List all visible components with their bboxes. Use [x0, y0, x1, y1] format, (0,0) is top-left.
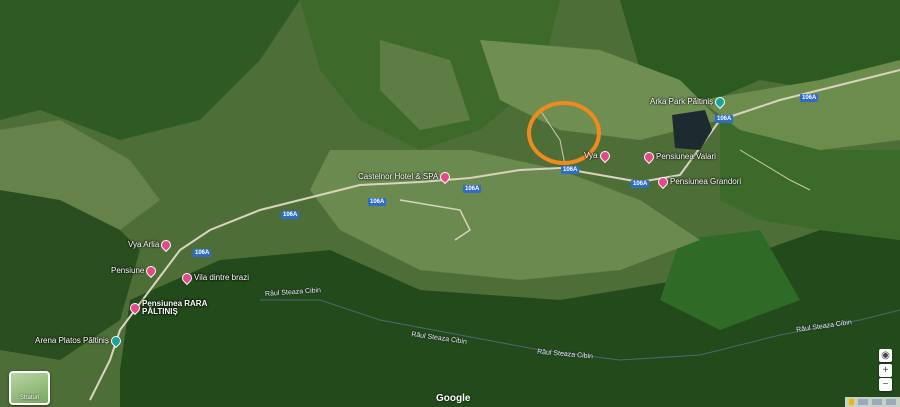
layers-button[interactable]: Straturi	[9, 371, 50, 405]
place-rara[interactable]: Pensiunea RARA PĂLTINIȘ	[127, 299, 212, 316]
road-shield: 106A	[463, 185, 482, 193]
place-valari[interactable]: Pensiunea Valari	[641, 149, 716, 165]
place-label: Arka Park Păltiniș	[650, 97, 714, 106]
place-arena[interactable]: Arena Platos Păltiniș	[35, 333, 123, 349]
road-shield: 106A	[715, 115, 734, 123]
road-shield: 106A	[800, 94, 819, 102]
zoom-out-button[interactable]: −	[879, 378, 892, 391]
place-label: Pensiunea Grandori	[670, 177, 742, 186]
satellite-map[interactable]: Arka Park Păltiniș Castelnor Hotel & SPA…	[0, 0, 900, 407]
road-shield: 106A	[281, 211, 300, 219]
place-label: Vila dintre brazi	[194, 273, 249, 282]
road-shield: 106A	[631, 180, 650, 188]
place-label: Arena Platos Păltiniș	[35, 336, 109, 345]
place-label: Pensiune	[111, 266, 145, 275]
hotel-pin-icon	[597, 148, 612, 164]
attribution-bar	[845, 397, 900, 407]
teal-pin-icon	[713, 94, 728, 110]
place-label: Vya	[584, 151, 598, 160]
place-castelnor[interactable]: Castelnor Hotel & SPA	[358, 169, 453, 185]
place-arka[interactable]: Arka Park Păltiniș	[650, 94, 728, 110]
satellite-terrain	[0, 0, 900, 407]
hotel-pin-icon	[179, 270, 195, 286]
locate-icon[interactable]: ◉	[879, 349, 892, 362]
terms-icon[interactable]	[886, 399, 896, 405]
hotel-pin-icon	[655, 174, 671, 190]
place-arlia[interactable]: Vya Arlia	[128, 237, 174, 253]
keyboard-icon[interactable]	[858, 399, 868, 405]
place-vya[interactable]: Vya	[584, 148, 612, 164]
road-shield: 106A	[561, 166, 580, 174]
hotel-pin-icon	[159, 237, 174, 253]
teal-pin-icon	[108, 333, 123, 349]
google-logo: Google	[436, 393, 471, 404]
layers-label: Straturi	[19, 395, 40, 401]
scale-icon	[872, 399, 882, 405]
place-vila[interactable]: Vila dintre brazi	[179, 270, 249, 286]
hotel-pin-icon	[641, 149, 657, 165]
zoom-in-button[interactable]: +	[879, 364, 892, 377]
pegman-icon[interactable]	[849, 399, 854, 405]
place-label: Castelnor Hotel & SPA	[358, 172, 439, 181]
place-label: Pensiunea Valari	[656, 152, 716, 161]
place-label: Pensiunea RARA PĂLTINIȘ	[142, 299, 208, 316]
place-pensiune[interactable]: Pensiune	[111, 263, 159, 279]
hotel-pin-icon	[144, 263, 159, 279]
road-shield: 106A	[368, 198, 387, 206]
hotel-pin-icon	[438, 169, 453, 185]
place-grandori[interactable]: Pensiunea Grandori	[655, 174, 742, 190]
place-label: Vya Arlia	[128, 240, 160, 249]
hotel-pin-icon	[127, 300, 143, 316]
road-shield: 106A	[193, 249, 212, 257]
